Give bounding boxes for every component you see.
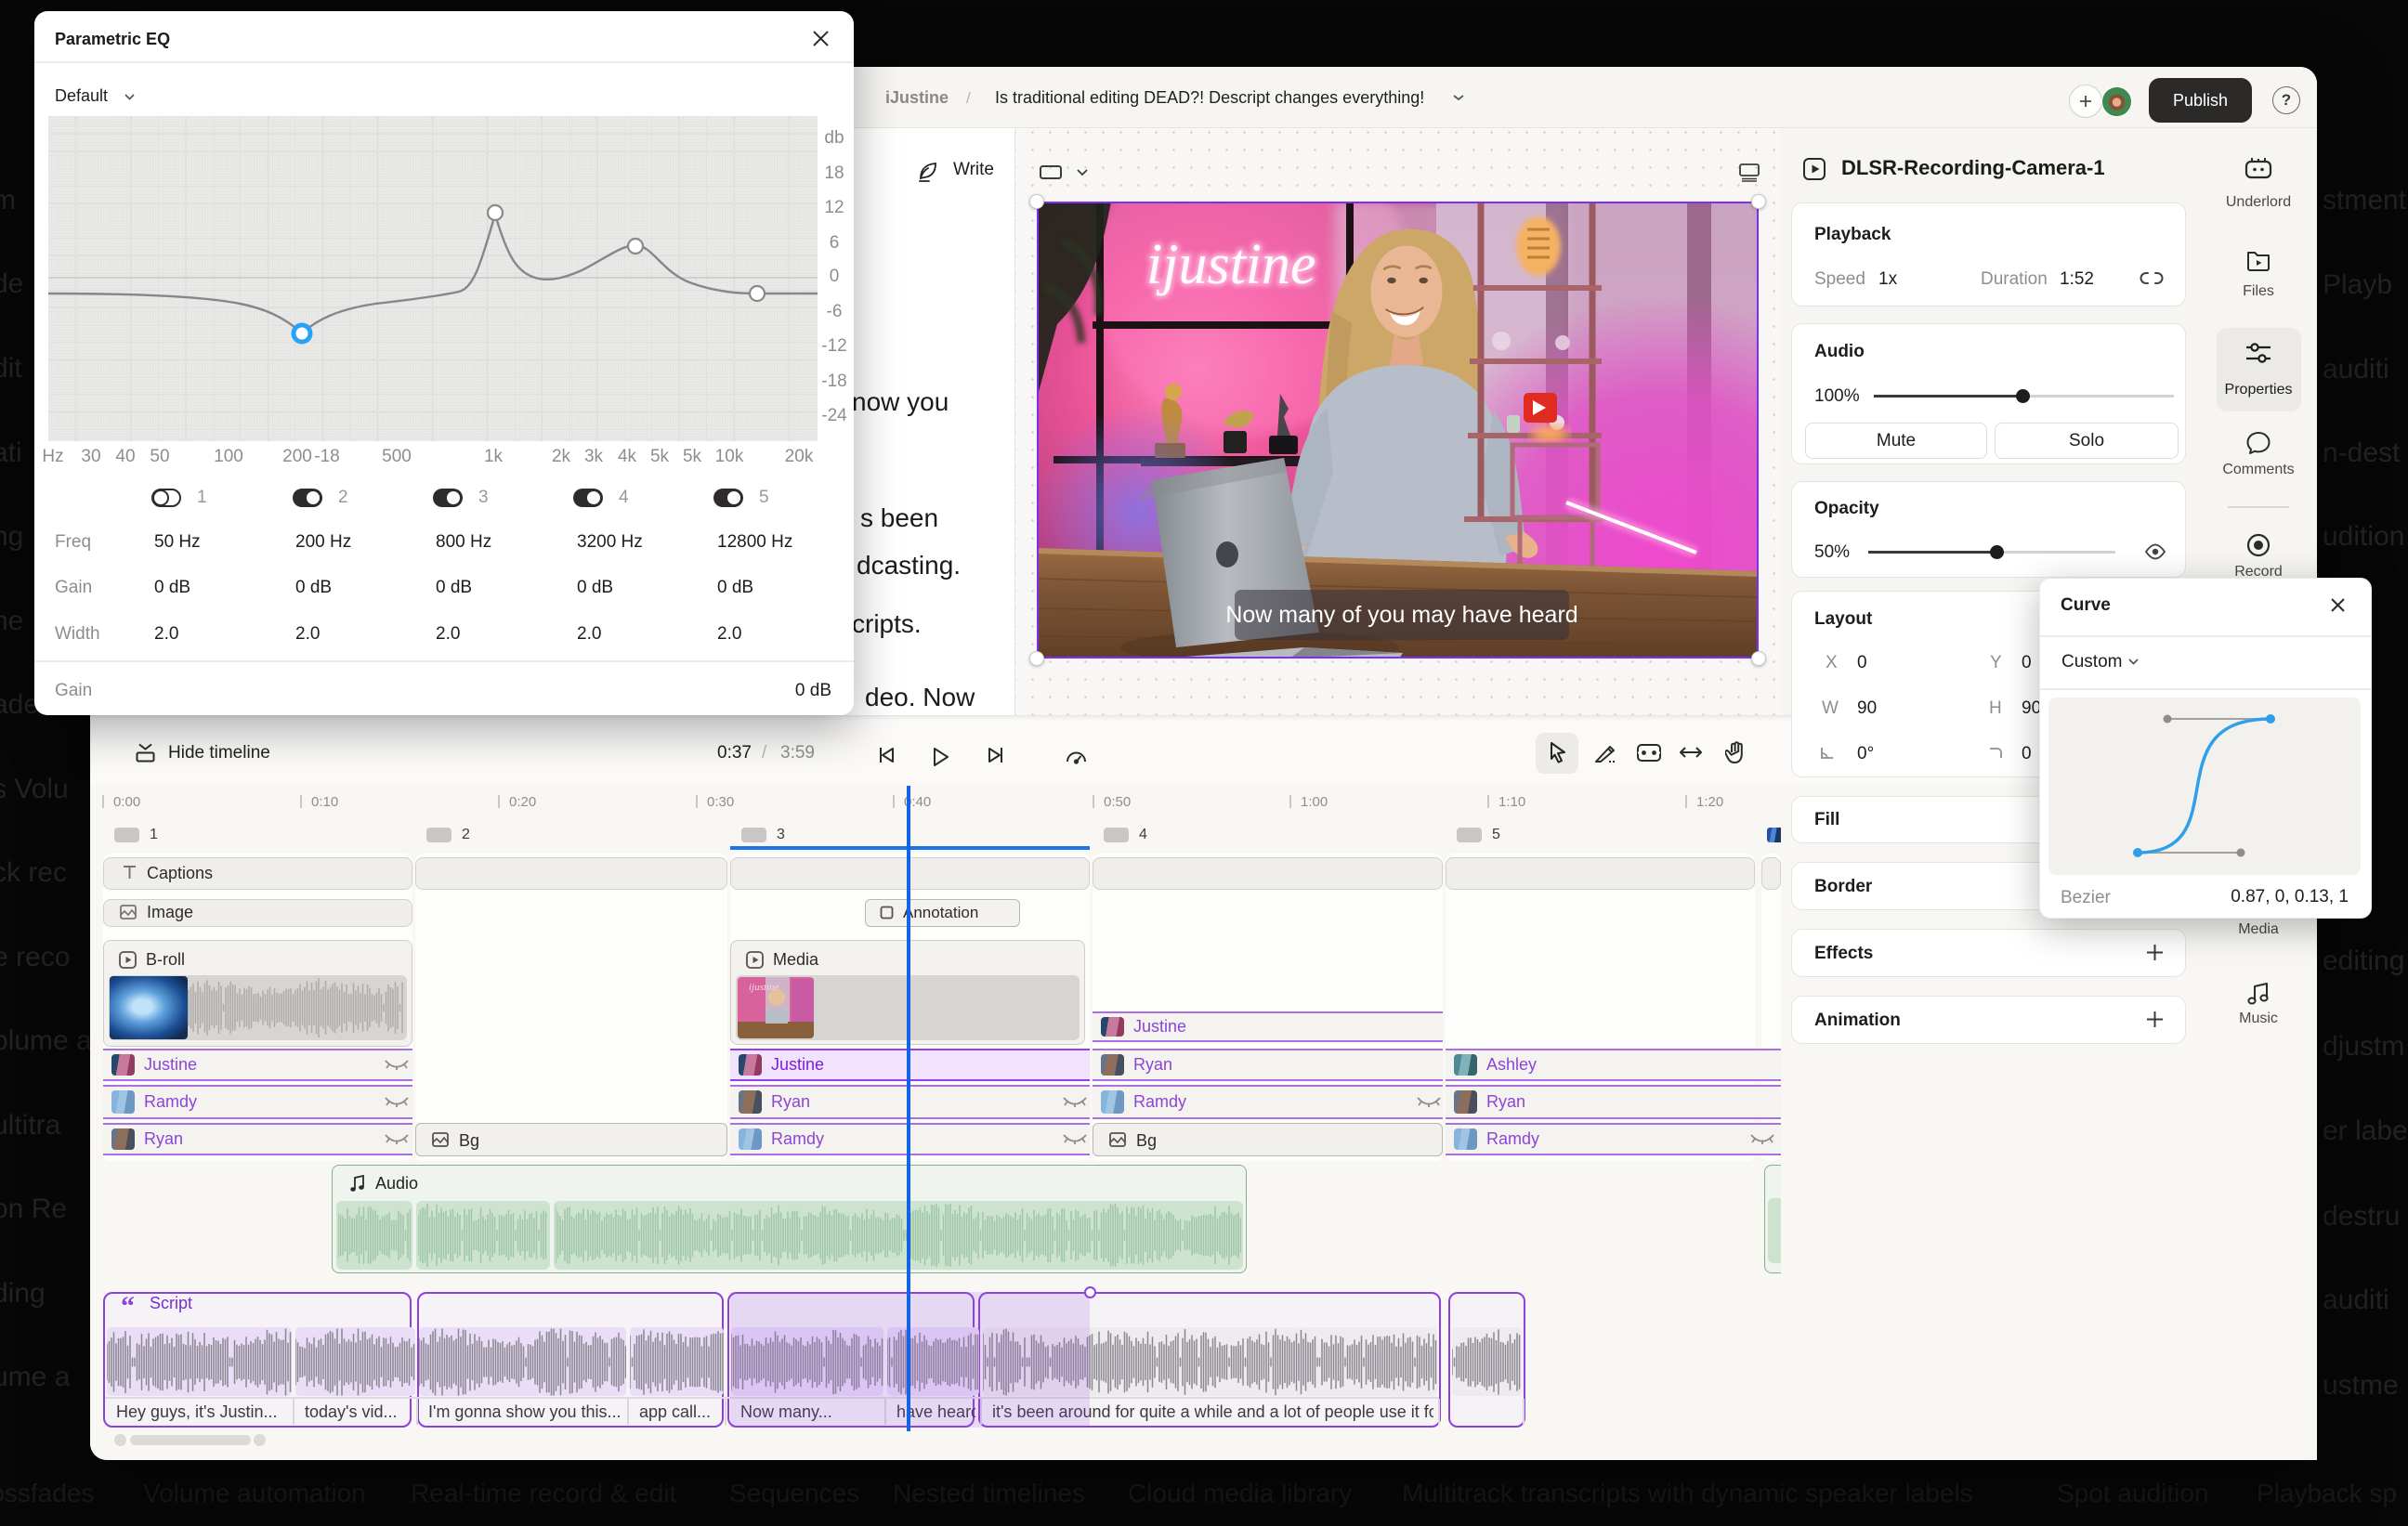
svg-text:ijustine: ijustine xyxy=(1146,233,1316,296)
svg-text:Now many of you may have heard: Now many of you may have heard xyxy=(1225,602,1577,628)
svg-text:ijustine: ijustine xyxy=(749,982,779,993)
